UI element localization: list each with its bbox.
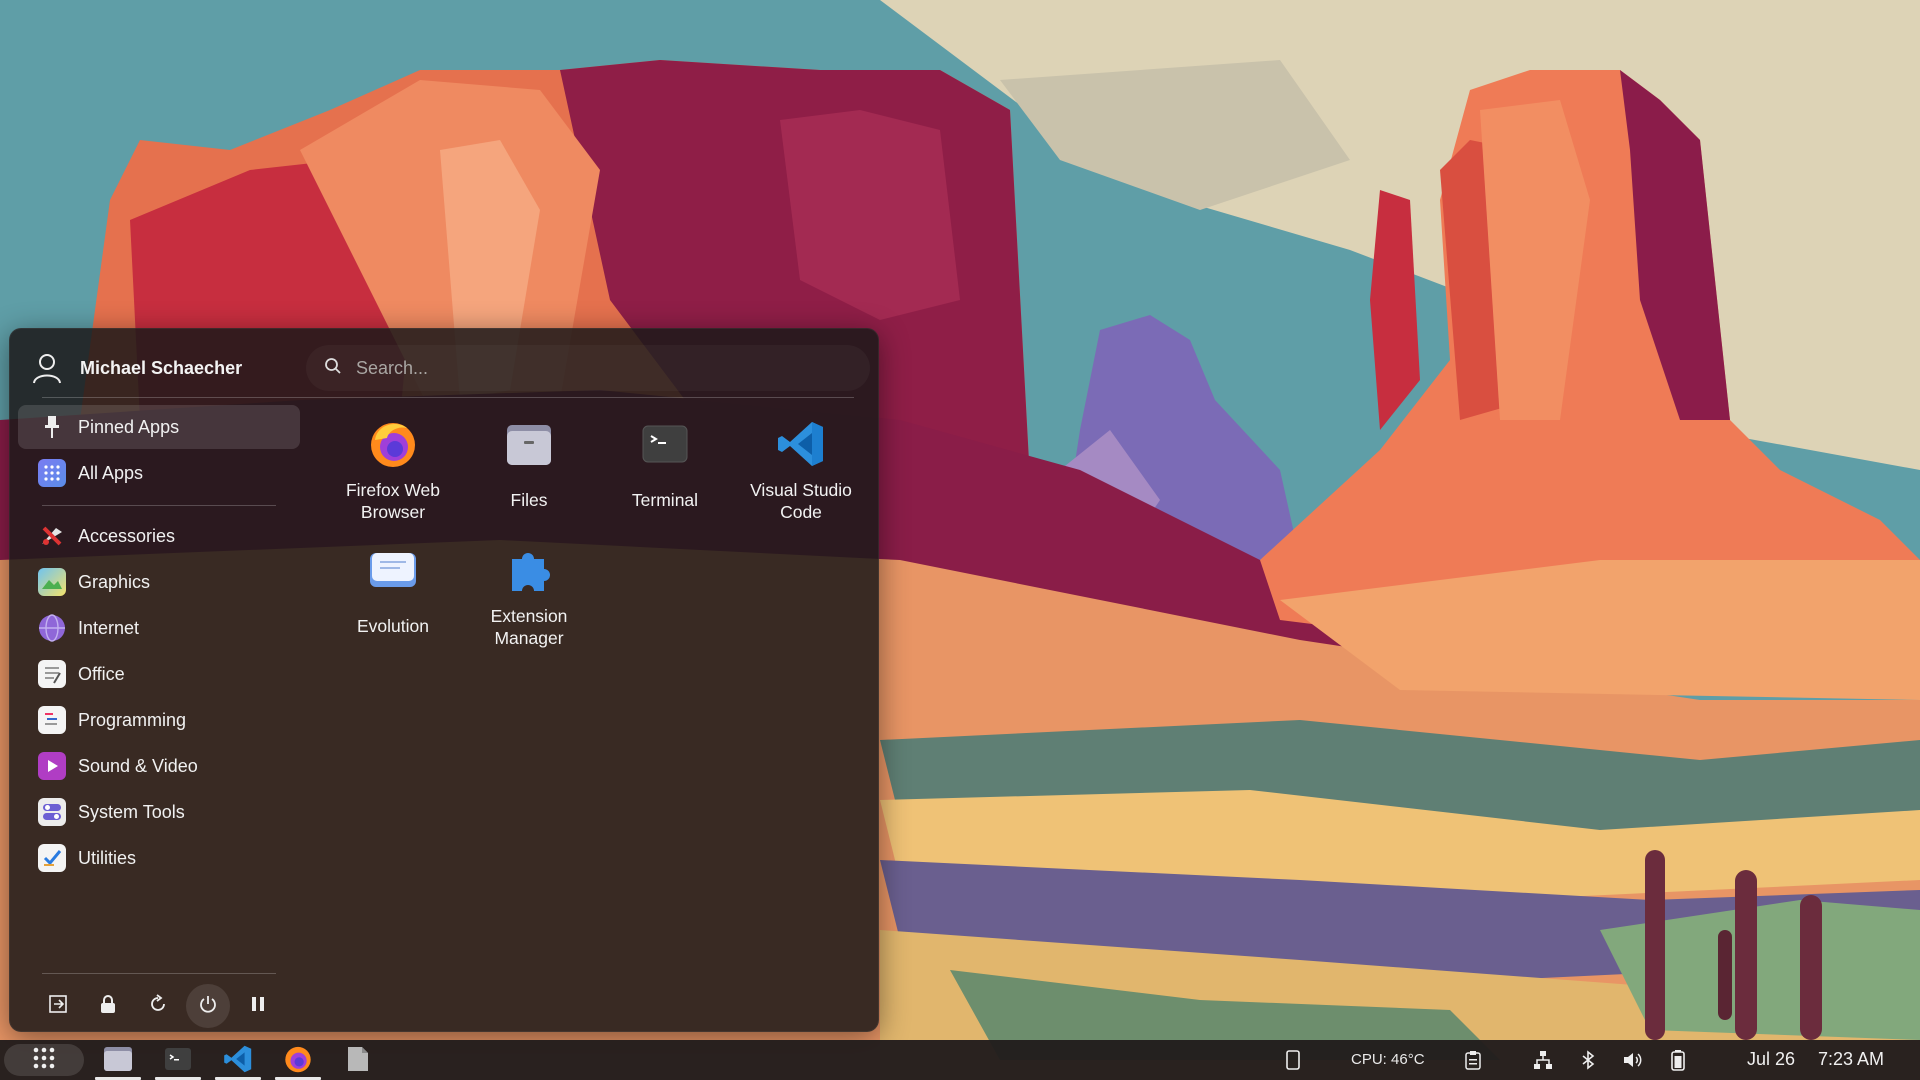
lock-button[interactable] bbox=[86, 984, 130, 1028]
nav-office[interactable]: Office bbox=[18, 652, 300, 696]
clipboard-icon[interactable] bbox=[1462, 1049, 1484, 1071]
restart-icon bbox=[148, 993, 168, 1019]
app-extension-manager[interactable]: Extension Manager bbox=[464, 539, 594, 659]
app-label: Extension Manager bbox=[490, 606, 568, 648]
search-box[interactable] bbox=[306, 345, 870, 391]
app-files[interactable]: Files bbox=[464, 413, 594, 533]
user-icon bbox=[30, 351, 64, 385]
office-icon bbox=[38, 660, 66, 688]
bluetooth-icon[interactable] bbox=[1577, 1049, 1599, 1071]
app-label: Visual Studio Code bbox=[750, 480, 852, 522]
battery-icon[interactable] bbox=[1667, 1049, 1689, 1071]
app-label: Evolution bbox=[357, 616, 429, 636]
volume-icon[interactable] bbox=[1622, 1049, 1644, 1071]
logout-button[interactable] bbox=[36, 984, 80, 1028]
nav-label: All Apps bbox=[78, 462, 144, 483]
search-input[interactable] bbox=[354, 356, 838, 380]
nav-label: Sound & Video bbox=[78, 755, 198, 776]
nav-accessories[interactable]: Accessories bbox=[18, 514, 300, 558]
firefox-icon bbox=[366, 417, 420, 471]
app-label: Firefox Web Browser bbox=[345, 480, 440, 522]
nav-label: Internet bbox=[78, 617, 140, 638]
nav-label: Accessories bbox=[78, 525, 176, 546]
app-grid-icon bbox=[31, 1045, 57, 1076]
grid-icon bbox=[38, 459, 66, 487]
app-menu-button[interactable] bbox=[4, 1044, 84, 1076]
files-icon bbox=[103, 1045, 133, 1078]
terminal-icon bbox=[638, 417, 692, 471]
power-icon bbox=[198, 994, 218, 1019]
nav-sound-video[interactable]: Sound & Video bbox=[18, 744, 300, 788]
nav-label: Office bbox=[78, 663, 125, 684]
app-terminal[interactable]: Terminal bbox=[600, 413, 730, 533]
nav-label: Utilities bbox=[78, 847, 137, 868]
lock-icon bbox=[99, 994, 117, 1019]
terminal-icon bbox=[164, 1046, 192, 1077]
pin-icon bbox=[38, 413, 66, 441]
search-icon bbox=[324, 357, 342, 380]
cpu-temp[interactable]: CPU: 46°C bbox=[1351, 1051, 1425, 1068]
taskbar-text-editor[interactable] bbox=[332, 1042, 384, 1080]
graphics-icon bbox=[38, 568, 66, 596]
nav-system-tools[interactable]: System Tools bbox=[18, 790, 300, 834]
app-label: Terminal bbox=[631, 490, 699, 510]
app-menu: Michael Schaecher Pinned Apps All Apps A… bbox=[9, 328, 879, 1032]
internet-icon bbox=[38, 614, 66, 642]
clock[interactable]: 7:23 AM bbox=[1818, 1049, 1884, 1070]
network-icon[interactable] bbox=[1532, 1049, 1554, 1071]
vscode-icon bbox=[223, 1044, 253, 1079]
app-firefox[interactable]: Firefox Web Browser bbox=[328, 413, 458, 533]
taskbar-vscode[interactable] bbox=[212, 1042, 264, 1080]
app-evolution[interactable]: Evolution bbox=[328, 539, 458, 659]
suspend-button[interactable] bbox=[236, 984, 280, 1028]
programming-icon bbox=[38, 706, 66, 734]
nav-utilities[interactable]: Utilities bbox=[18, 836, 300, 880]
nav-internet[interactable]: Internet bbox=[18, 606, 300, 650]
nav-all-apps[interactable]: All Apps bbox=[18, 451, 300, 495]
divider bbox=[42, 973, 276, 974]
firefox-icon bbox=[283, 1044, 313, 1079]
app-label: Files bbox=[510, 490, 548, 510]
text-editor-icon bbox=[346, 1045, 370, 1078]
nav-programming[interactable]: Programming bbox=[18, 698, 300, 742]
divider bbox=[42, 397, 854, 398]
divider bbox=[42, 505, 276, 506]
nav-label: Programming bbox=[78, 709, 187, 730]
taskbar-files[interactable] bbox=[92, 1042, 144, 1080]
files-icon bbox=[502, 417, 556, 471]
date[interactable]: Jul 26 bbox=[1747, 1049, 1795, 1070]
nav-pinned-apps[interactable]: Pinned Apps bbox=[18, 405, 300, 449]
nav-label: System Tools bbox=[78, 801, 185, 822]
nav-label: Graphics bbox=[78, 571, 151, 592]
session-controls bbox=[36, 983, 286, 1029]
power-off-button[interactable] bbox=[186, 984, 230, 1028]
restart-button[interactable] bbox=[136, 984, 180, 1028]
system-tools-icon bbox=[38, 798, 66, 826]
nav-graphics[interactable]: Graphics bbox=[18, 560, 300, 604]
taskbar: CPU: 46°C Jul 26 7:23 AM bbox=[0, 1040, 1920, 1080]
logout-icon bbox=[48, 994, 68, 1019]
extension-manager-icon bbox=[502, 543, 556, 597]
phone-icon[interactable] bbox=[1282, 1049, 1304, 1071]
accessories-icon bbox=[38, 522, 66, 550]
user-name: Michael Schaecher bbox=[80, 357, 243, 378]
sound-video-icon bbox=[38, 752, 66, 780]
app-vscode[interactable]: Visual Studio Code bbox=[736, 413, 866, 533]
suspend-icon bbox=[251, 996, 265, 1017]
user-profile[interactable]: Michael Schaecher bbox=[30, 347, 242, 389]
taskbar-terminal[interactable] bbox=[152, 1042, 204, 1080]
nav-label: Pinned Apps bbox=[78, 416, 180, 437]
utilities-icon bbox=[38, 844, 66, 872]
vscode-icon bbox=[774, 417, 828, 471]
evolution-icon bbox=[366, 543, 420, 597]
taskbar-firefox[interactable] bbox=[272, 1042, 324, 1080]
